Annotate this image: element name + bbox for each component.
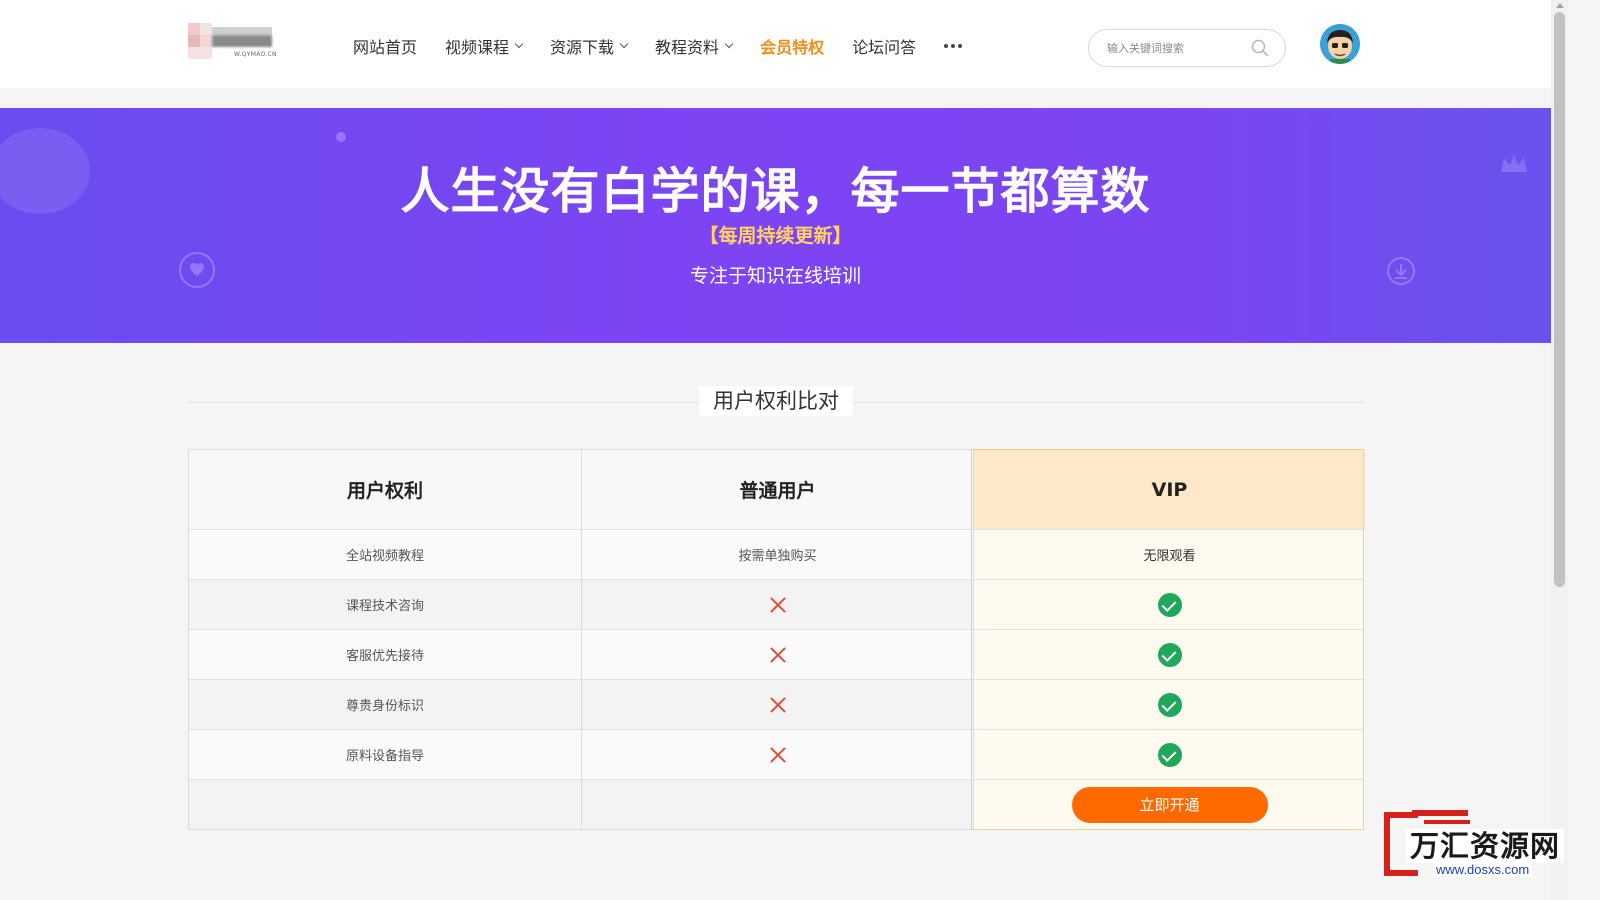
- vip-cell: [973, 630, 1365, 679]
- logo-text: W.QYMAO.CN: [234, 51, 277, 58]
- section-title: 用户权利比对: [699, 386, 853, 416]
- vip-cell: [973, 680, 1365, 729]
- nav-label: 会员特权: [760, 38, 825, 57]
- watermark-frame-top: [1412, 810, 1468, 816]
- chevron-down-icon: [619, 39, 629, 49]
- chevron-down-icon: [724, 39, 734, 49]
- table-row: 全站视频教程 按需单独购买 无限观看: [189, 529, 1365, 579]
- header-feature: 用户权利: [189, 450, 581, 529]
- search-icon[interactable]: [1251, 39, 1269, 57]
- banner-subtitle: 【每周持续更新】: [699, 225, 852, 247]
- page-scrollbar[interactable]: [1551, 0, 1568, 900]
- normal-cell: 按需单独购买: [581, 530, 973, 579]
- decor-dot: [336, 132, 346, 142]
- feature-cell: 尊贵身份标识: [189, 680, 581, 729]
- check-icon: [1157, 592, 1182, 617]
- vip-cell: [973, 580, 1365, 629]
- nav-video-courses[interactable]: 视频课程: [445, 34, 524, 58]
- hero-banner: 人生没有白学的课，每一节都算数 【每周持续更新】 专注于知识在线培训: [0, 108, 1551, 343]
- vip-cell: [973, 730, 1365, 779]
- search-box: [1088, 29, 1286, 67]
- header-normal-user: 普通用户: [581, 450, 973, 529]
- vip-action-cell: 立即开通: [973, 780, 1365, 829]
- table-row: 尊贵身份标识: [189, 679, 1365, 729]
- scrollbar-thumb[interactable]: [1554, 12, 1565, 587]
- feature-cell: 客服优先接待: [189, 630, 581, 679]
- check-icon: [1157, 742, 1182, 767]
- nav-label: 教程资料: [655, 38, 720, 57]
- search-input[interactable]: [1107, 39, 1247, 57]
- more-dots-icon[interactable]: [944, 44, 963, 48]
- site-logo[interactable]: W.QYMAO.CN: [188, 23, 282, 60]
- watermark-frame-top2: [1424, 820, 1470, 824]
- normal-cell: [581, 680, 973, 729]
- site-header: W.QYMAO.CN 网站首页 视频课程 资源下载 教程资料 会员特权 论坛问答: [0, 0, 1551, 88]
- nav-home[interactable]: 网站首页: [353, 34, 417, 58]
- normal-cell: [581, 580, 973, 629]
- watermark-text: 万汇资源网: [1406, 829, 1565, 863]
- header-vip: VIP: [973, 450, 1365, 529]
- comparison-table: 用户权利 普通用户 VIP 全站视频教程 按需单独购买 无限观看 课程技术咨询 …: [188, 449, 1365, 830]
- table-row: 课程技术咨询: [189, 579, 1365, 629]
- nav-forum[interactable]: 论坛问答: [852, 34, 916, 58]
- table-action-row: 立即开通: [189, 779, 1365, 829]
- nav-label: 视频课程: [445, 38, 510, 57]
- nav-label: 网站首页: [353, 38, 418, 57]
- banner-description: 专注于知识在线培训: [689, 265, 861, 287]
- nav-resource-download[interactable]: 资源下载: [550, 34, 629, 58]
- table-header-row: 用户权利 普通用户 VIP: [189, 450, 1365, 529]
- nav-label: 资源下载: [550, 38, 615, 57]
- feature-cell: 原料设备指导: [189, 730, 581, 779]
- nav-label: 论坛问答: [852, 38, 917, 57]
- open-vip-button[interactable]: 立即开通: [1071, 786, 1268, 823]
- banner-title: 人生没有白学的课，每一节都算数: [400, 163, 1151, 220]
- chevron-down-icon: [514, 39, 524, 49]
- cross-icon: [769, 646, 787, 664]
- empty-cell: [581, 780, 973, 829]
- table-row: 客服优先接待: [189, 629, 1365, 679]
- feature-cell: 全站视频教程: [189, 530, 581, 579]
- cross-icon: [769, 746, 787, 764]
- nav-tutorials[interactable]: 教程资料: [655, 34, 734, 58]
- feature-cell: 课程技术咨询: [189, 580, 581, 629]
- normal-cell: [581, 730, 973, 779]
- watermark-url: www.dosxs.com: [1433, 862, 1533, 877]
- scroll-up-icon[interactable]: [1556, 3, 1564, 8]
- main-nav: 网站首页 视频课程 资源下载 教程资料 会员特权 论坛问答: [353, 34, 963, 58]
- cross-icon: [769, 596, 787, 614]
- vip-cell: 无限观看: [973, 530, 1365, 579]
- empty-cell: [189, 780, 581, 829]
- check-icon: [1157, 642, 1182, 667]
- cross-icon: [769, 696, 787, 714]
- watermark-logo: 万汇资源网 www.dosxs.com: [1384, 808, 1568, 880]
- check-icon: [1157, 692, 1182, 717]
- normal-cell: [581, 630, 973, 679]
- avatar-icon[interactable]: [1320, 24, 1360, 64]
- table-row: 原料设备指导: [189, 729, 1365, 779]
- nav-vip-privileges[interactable]: 会员特权: [760, 34, 824, 58]
